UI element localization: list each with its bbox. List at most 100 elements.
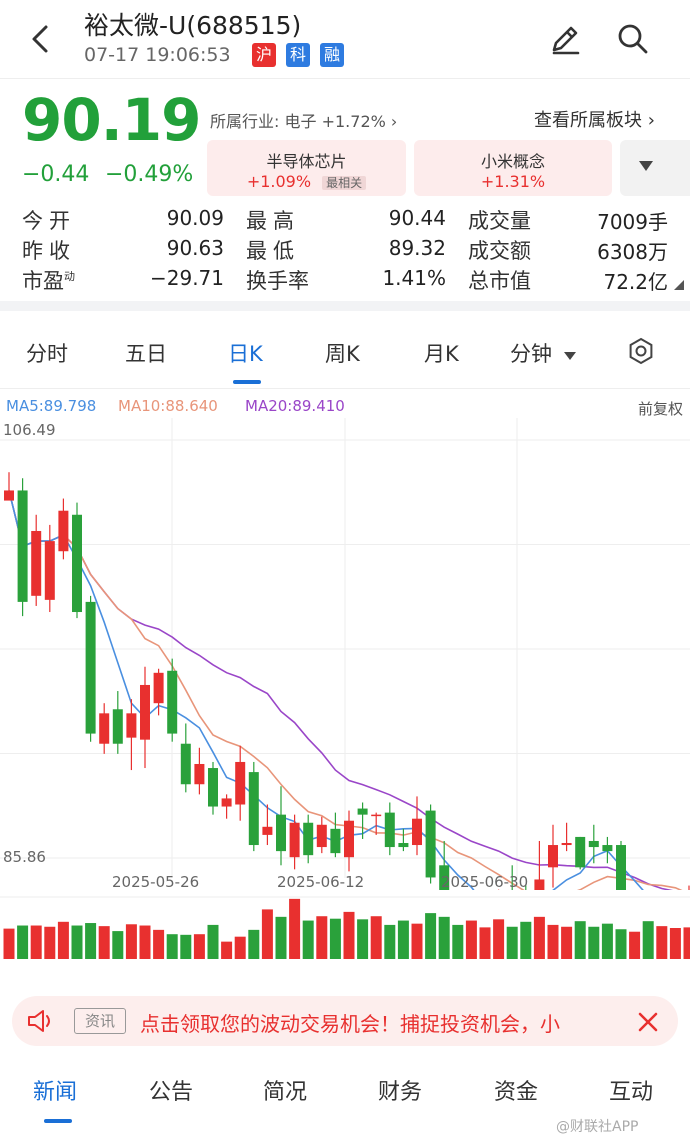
candle-body [575, 836, 586, 868]
volume-bar [629, 931, 641, 959]
header-divider [0, 78, 690, 79]
banner-text[interactable]: 点击领取您的波动交易机会！捕捉投资机会，小 [140, 1008, 615, 1037]
volume-bar [533, 916, 545, 959]
volume-bar [57, 921, 69, 959]
candle-body [534, 879, 545, 890]
btab-capital-flow[interactable]: 资金 [494, 1074, 538, 1106]
board-link[interactable]: 查看所属板块 › [534, 106, 655, 132]
volume-bar [316, 916, 328, 959]
search-icon[interactable] [614, 20, 652, 58]
candle [208, 761, 218, 815]
volume-bar [139, 925, 151, 959]
volume-bar [465, 920, 477, 959]
volume-bar [125, 924, 137, 959]
candle [602, 836, 613, 864]
btab-news[interactable]: 新闻 [33, 1074, 77, 1106]
candle-body [398, 843, 409, 848]
volume-bar [683, 927, 690, 959]
tab-monthly-k[interactable]: 月K [424, 338, 459, 368]
date-label-2: 2025-06-12 [277, 873, 365, 891]
volume-bar [384, 924, 396, 959]
edit-icon[interactable] [546, 20, 584, 58]
adjust-label[interactable]: 前复权 [638, 398, 683, 419]
tab-daily-k[interactable]: 日K [228, 338, 263, 368]
candle [330, 812, 341, 858]
tab-minute[interactable]: 分钟 [510, 338, 577, 368]
candle [140, 666, 150, 769]
btab-interaction[interactable]: 互动 [609, 1074, 653, 1106]
price-change-pct: −0.49% [105, 162, 194, 187]
candle [384, 802, 395, 856]
expand-corner-icon[interactable] [674, 280, 684, 290]
kline-chart[interactable] [0, 418, 690, 890]
watermark: @财联社APP [556, 1119, 639, 1135]
candle-body [412, 818, 422, 846]
tab-five-day[interactable]: 五日 [125, 338, 167, 368]
more-boards-button[interactable] [620, 140, 690, 196]
tag-sh: 沪 [252, 43, 276, 67]
candle-body [371, 814, 382, 817]
btab-financials[interactable]: 财务 [378, 1074, 422, 1106]
stat-label-volume: 成交量 [468, 209, 531, 233]
volume-bar [357, 919, 369, 959]
candle-body [167, 670, 178, 734]
stat-value-turnover: 1.41% [382, 266, 446, 290]
volume-bar [85, 923, 97, 959]
candle-body [180, 743, 191, 785]
candle [412, 796, 422, 856]
volume-bar [3, 928, 15, 959]
stat-value-pe: −29.71 [149, 266, 224, 290]
candle-body [58, 510, 69, 552]
volume-bar [180, 934, 192, 959]
volume-bar [601, 923, 613, 959]
tab-weekly-k[interactable]: 周K [325, 338, 360, 368]
candle [180, 723, 191, 793]
board-card-semiconductor[interactable]: 半导体芯片 +1.09% 最相关 [207, 140, 406, 196]
btab-profile[interactable]: 简况 [263, 1074, 307, 1106]
price-change: −0.44 [22, 162, 90, 187]
candle-body [262, 826, 273, 835]
volume-bar [615, 929, 627, 959]
stat-value-volume: 7009手 [597, 210, 668, 234]
pe-label-text: 市盈 [22, 269, 64, 293]
volume-bar [17, 925, 29, 959]
candle-body [31, 530, 42, 596]
y-max-label: 106.49 [3, 421, 56, 439]
settings-icon[interactable] [626, 336, 656, 366]
candle [688, 885, 690, 890]
industry-info[interactable]: 所属行业: 电子 +1.72% › [210, 108, 397, 132]
volume-chart[interactable] [0, 896, 690, 960]
volume-bar [193, 934, 205, 959]
news-tag: 资讯 [74, 1008, 126, 1034]
stat-label-turnover: 换手率 [246, 269, 309, 293]
volume-bar [234, 936, 246, 959]
candle [235, 745, 246, 821]
back-arrow-icon[interactable] [26, 22, 56, 56]
header-bar: 裕太微-U(688515) 07-17 19:06:53 沪 科 融 [0, 0, 690, 80]
chevron-right-icon: › [647, 110, 655, 131]
stat-value-open: 90.09 [166, 206, 224, 230]
btab-announcements[interactable]: 公告 [149, 1074, 193, 1106]
volume-bar [411, 923, 423, 959]
candle-body [4, 490, 14, 501]
candle [561, 822, 572, 852]
close-icon[interactable] [636, 1010, 660, 1034]
board-card-xiaomi[interactable]: 小米概念 +1.31% [414, 140, 612, 196]
candle-body [425, 810, 436, 878]
board-value: +1.31% [480, 172, 546, 191]
volume-bar [479, 927, 491, 959]
tab-intraday[interactable]: 分时 [26, 338, 68, 368]
candle-body [588, 840, 599, 848]
stat-label-open: 今开 [22, 209, 76, 233]
candle [167, 658, 178, 742]
candle [425, 804, 436, 884]
tab-minute-label: 分钟 [510, 342, 552, 366]
volume-bar [302, 920, 314, 959]
candle [398, 828, 409, 852]
candle-body [44, 541, 55, 600]
candle [31, 514, 42, 606]
quote-datetime: 07-17 19:06:53 [84, 44, 231, 66]
volume-bar [438, 916, 450, 959]
candle-body [330, 828, 341, 854]
candle [112, 691, 123, 754]
